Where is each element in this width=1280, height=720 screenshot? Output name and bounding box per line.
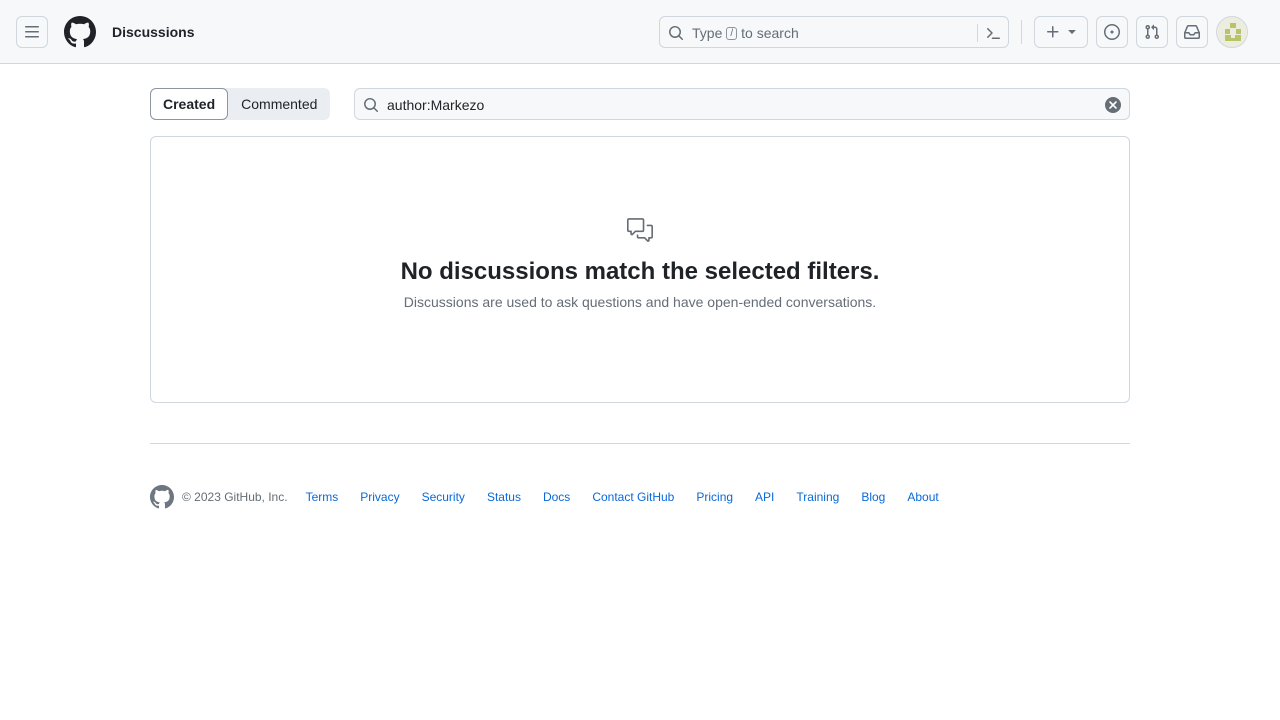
create-new-button[interactable] <box>1034 16 1088 48</box>
issues-button[interactable] <box>1096 16 1128 48</box>
search-prefix: Type <box>692 25 723 41</box>
clear-filter-button[interactable] <box>1105 97 1121 113</box>
footer-link-privacy[interactable]: Privacy <box>360 490 399 504</box>
footer-link-security[interactable]: Security <box>422 490 465 504</box>
footer-link-training[interactable]: Training <box>796 490 839 504</box>
footer-copyright: © 2023 GitHub, Inc. <box>182 490 288 504</box>
avatar[interactable] <box>1216 16 1248 48</box>
avatar-identicon <box>1217 17 1247 47</box>
menu-button[interactable] <box>16 16 48 48</box>
inbox-icon <box>1184 25 1200 39</box>
footer: © 2023 GitHub, Inc. Terms Privacy Securi… <box>150 485 961 509</box>
global-search-input[interactable]: Type / to search <box>659 16 1009 48</box>
search-icon <box>669 26 684 41</box>
footer-link-contact[interactable]: Contact GitHub <box>592 490 674 504</box>
search-divider <box>977 24 978 42</box>
search-icon <box>364 98 379 113</box>
tab-created[interactable]: Created <box>150 88 229 120</box>
pull-requests-button[interactable] <box>1136 16 1168 48</box>
discussion-type-tabs: Created Commented <box>150 88 331 120</box>
footer-link-status[interactable]: Status <box>487 490 521 504</box>
footer-link-blog[interactable]: Blog <box>861 490 885 504</box>
search-suffix: to search <box>741 25 799 41</box>
hamburger-icon <box>25 26 39 38</box>
inbox-button[interactable] <box>1176 16 1208 48</box>
command-palette-icon[interactable] <box>985 25 1001 41</box>
footer-link-about[interactable]: About <box>907 490 938 504</box>
page-title[interactable]: Discussions <box>112 23 194 41</box>
footer-link-api[interactable]: API <box>755 490 774 504</box>
search-shortcut-key: / <box>726 26 738 40</box>
header-separator <box>1021 20 1022 44</box>
issues-icon <box>1104 24 1120 40</box>
tab-commented[interactable]: Commented <box>228 88 330 120</box>
footer-divider <box>150 443 1130 444</box>
pull-requests-icon <box>1145 24 1160 40</box>
discussions-filter-input[interactable]: author:Markezo <box>354 88 1130 120</box>
github-logo[interactable] <box>64 16 96 48</box>
search-placeholder: Type / to search <box>692 25 799 41</box>
github-mark-icon[interactable] <box>150 485 174 509</box>
footer-link-terms[interactable]: Terms <box>306 490 339 504</box>
empty-state-panel: No discussions match the selected filter… <box>150 136 1130 403</box>
footer-link-docs[interactable]: Docs <box>543 490 570 504</box>
empty-state-title: No discussions match the selected filter… <box>400 258 880 285</box>
chevron-down-icon <box>1068 30 1076 34</box>
discussion-icon <box>627 218 653 242</box>
footer-link-pricing[interactable]: Pricing <box>696 490 733 504</box>
filter-query-text[interactable]: author:Markezo <box>387 97 484 113</box>
plus-icon <box>1047 26 1059 38</box>
empty-state-description: Discussions are used to ask questions an… <box>403 294 877 310</box>
close-icon <box>1109 101 1117 109</box>
global-header: Discussions Type / to search <box>0 0 1280 64</box>
